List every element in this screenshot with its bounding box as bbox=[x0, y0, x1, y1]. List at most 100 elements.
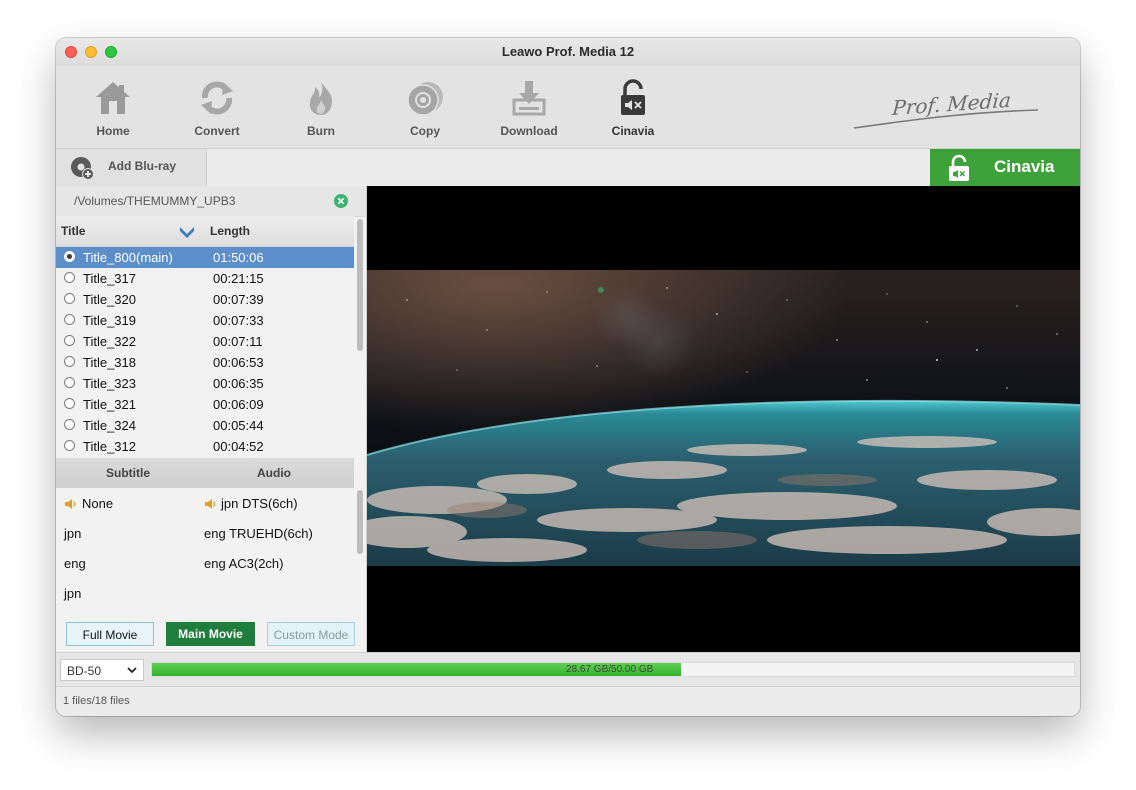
subtitle-option[interactable]: None bbox=[82, 496, 113, 511]
scrollbar-thumb[interactable] bbox=[357, 219, 363, 351]
title-row[interactable]: Title_324 00:05:44 bbox=[56, 415, 354, 436]
title-length: 00:04:52 bbox=[213, 439, 264, 454]
mode-selector: Full Movie Main Movie Custom Mode bbox=[56, 618, 366, 652]
title-name: Title_800(main) bbox=[83, 250, 173, 265]
title-row[interactable]: Title_317 00:21:15 bbox=[56, 268, 354, 289]
download-button[interactable]: Download bbox=[484, 78, 574, 146]
audio-header: Audio bbox=[257, 466, 291, 480]
minimize-window-button[interactable] bbox=[85, 46, 97, 58]
burn-button[interactable]: Burn bbox=[276, 78, 366, 146]
custom-mode-button[interactable]: Custom Mode bbox=[267, 622, 355, 646]
title-radio[interactable] bbox=[64, 419, 75, 430]
title-radio[interactable] bbox=[64, 335, 75, 346]
title-row[interactable]: Title_800(main) 01:50:06 bbox=[56, 247, 354, 268]
cinavia-tab-label: Cinavia bbox=[994, 157, 1055, 176]
full-movie-button[interactable]: Full Movie bbox=[66, 622, 154, 646]
burn-icon bbox=[309, 81, 333, 115]
title-name: Title_324 bbox=[83, 418, 136, 433]
column-header-length[interactable]: Length bbox=[210, 224, 250, 238]
bottom-bar: BD-50 28.67 GB/50.00 GB bbox=[56, 652, 1080, 687]
convert-label: Convert bbox=[194, 124, 240, 138]
title-radio[interactable] bbox=[64, 314, 75, 325]
title-table-header: Title Length bbox=[56, 216, 354, 247]
add-bluray-tab[interactable]: Add Blu-ray bbox=[56, 149, 207, 186]
disc-type-select[interactable]: BD-50 bbox=[60, 659, 144, 681]
title-row[interactable]: Title_319 00:07:33 bbox=[56, 310, 354, 331]
title-name: Title_319 bbox=[83, 313, 136, 328]
title-row[interactable]: Title_322 00:07:11 bbox=[56, 331, 354, 352]
title-length: 00:06:09 bbox=[213, 397, 264, 412]
main-movie-button[interactable]: Main Movie bbox=[166, 622, 255, 646]
disc-capacity-bar: 28.67 GB/50.00 GB bbox=[151, 662, 1075, 677]
audio-option[interactable]: eng AC3(2ch) bbox=[204, 556, 284, 571]
subtitle-option[interactable]: jpn bbox=[64, 586, 81, 601]
title-bar: Leawo Prof. Media 12 bbox=[56, 38, 1080, 66]
sort-chevron-icon[interactable] bbox=[178, 222, 196, 240]
title-name: Title_317 bbox=[83, 271, 136, 286]
chevron-down-icon bbox=[127, 667, 137, 674]
title-radio[interactable] bbox=[64, 251, 75, 262]
title-name: Title_323 bbox=[83, 376, 136, 391]
tracks-header: Subtitle Audio bbox=[56, 458, 354, 488]
copy-icon bbox=[407, 82, 443, 116]
title-radio[interactable] bbox=[64, 440, 75, 451]
column-header-title[interactable]: Title bbox=[61, 224, 85, 238]
title-radio[interactable] bbox=[64, 356, 75, 367]
audio-option[interactable]: jpn DTS(6ch) bbox=[221, 496, 298, 511]
status-bar: 1 files/18 files bbox=[56, 686, 1080, 716]
title-length: 00:06:53 bbox=[213, 355, 264, 370]
app-window: Leawo Prof. Media 12 Home Convert Burn C… bbox=[56, 38, 1080, 716]
title-list-scrollbar[interactable] bbox=[356, 216, 364, 456]
tracks-scrollbar[interactable] bbox=[356, 458, 364, 618]
audio-option[interactable]: eng TRUEHD(6ch) bbox=[204, 526, 313, 541]
title-row[interactable]: Title_312 00:04:52 bbox=[56, 436, 354, 457]
home-button[interactable]: Home bbox=[68, 78, 158, 146]
capacity-text: 28.67 GB/50.00 GB bbox=[566, 664, 654, 675]
title-length: 00:07:33 bbox=[213, 313, 264, 328]
title-length: 00:21:15 bbox=[213, 271, 264, 286]
speaker-icon bbox=[64, 498, 77, 510]
title-length: 00:06:35 bbox=[213, 376, 264, 391]
title-radio[interactable] bbox=[64, 377, 75, 388]
title-row[interactable]: Title_323 00:06:35 bbox=[56, 373, 354, 394]
close-window-button[interactable] bbox=[65, 46, 77, 58]
home-icon bbox=[96, 82, 130, 114]
title-length: 00:07:39 bbox=[213, 292, 264, 307]
add-bluray-label: Add Blu-ray bbox=[108, 159, 177, 173]
earth-preview-image bbox=[367, 270, 1080, 566]
cinavia-label: Cinavia bbox=[611, 124, 655, 138]
title-radio[interactable] bbox=[64, 272, 75, 283]
brand-logo: Prof. Media bbox=[850, 82, 1040, 132]
title-name: Title_312 bbox=[83, 439, 136, 454]
cinavia-icon bbox=[621, 79, 645, 115]
title-name: Title_320 bbox=[83, 292, 136, 307]
cinavia-button[interactable]: Cinavia bbox=[588, 78, 678, 146]
title-row[interactable]: Title_321 00:06:09 bbox=[56, 394, 354, 415]
subtitle-option[interactable]: eng bbox=[64, 556, 86, 571]
tracks-list: None jpn eng jpn jpn DTS(6ch) eng TRUEHD(6ch)… bbox=[56, 488, 354, 616]
home-label: Home bbox=[96, 124, 130, 138]
download-icon bbox=[512, 81, 546, 116]
maximize-window-button[interactable] bbox=[105, 46, 117, 58]
scrollbar-thumb[interactable] bbox=[357, 490, 363, 554]
video-preview[interactable] bbox=[367, 186, 1080, 652]
subtitle-option[interactable]: jpn bbox=[64, 526, 81, 541]
burn-label: Burn bbox=[307, 124, 335, 138]
source-path: /Volumes/THEMUMMY_UPB3 bbox=[74, 194, 236, 208]
cinavia-tab-button[interactable]: Cinavia bbox=[930, 149, 1080, 186]
title-row[interactable]: Title_320 00:07:39 bbox=[56, 289, 354, 310]
title-radio[interactable] bbox=[64, 398, 75, 409]
title-name: Title_321 bbox=[83, 397, 136, 412]
remove-source-icon[interactable] bbox=[334, 194, 348, 208]
tab-row: Add Blu-ray Cinavia bbox=[56, 149, 1080, 187]
window-title: Leawo Prof. Media 12 bbox=[501, 44, 635, 59]
disc-type-value: BD-50 bbox=[67, 664, 102, 678]
copy-button[interactable]: Copy bbox=[380, 78, 470, 146]
title-radio[interactable] bbox=[64, 293, 75, 304]
title-list-panel: /Volumes/THEMUMMY_UPB3 Title Length Titl… bbox=[56, 186, 367, 652]
title-row[interactable]: Title_318 00:06:53 bbox=[56, 352, 354, 373]
convert-button[interactable]: Convert bbox=[172, 78, 262, 146]
convert-icon bbox=[201, 81, 233, 115]
title-length: 00:05:44 bbox=[213, 418, 264, 433]
file-count: 1 files/18 files bbox=[63, 695, 130, 707]
